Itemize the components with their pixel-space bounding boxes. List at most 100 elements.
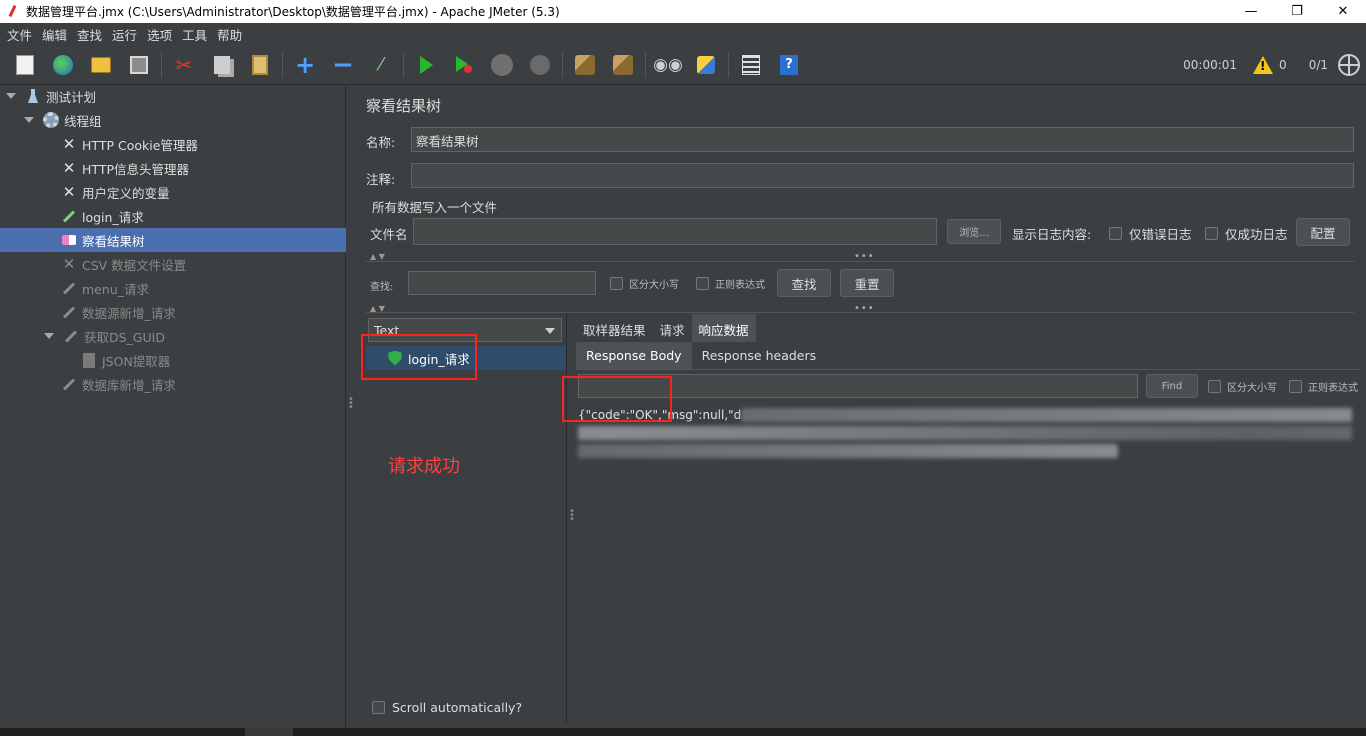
tree-item-get-ds-guid[interactable]: 获取DS_GUID — [0, 324, 346, 348]
search-input[interactable] — [408, 271, 596, 295]
checkbox-box[interactable] — [610, 277, 623, 290]
tab-request[interactable]: 请求 — [653, 314, 692, 342]
collapse-arrow-icon[interactable] — [44, 333, 54, 339]
collapse-arrow-icon[interactable] — [24, 117, 34, 123]
tree-item-label: 察看结果树 — [82, 233, 145, 249]
checkbox-box[interactable] — [1289, 380, 1302, 393]
collapse-arrow-icon[interactable] — [6, 93, 16, 99]
jmeter-app-icon — [6, 5, 20, 19]
response-regex-checkbox[interactable]: 正则表达式 — [1289, 379, 1358, 394]
cut-button[interactable]: ✂ — [170, 51, 198, 79]
menu-edit[interactable]: 编辑 — [37, 25, 72, 44]
tools-icon: ✕ — [62, 135, 76, 153]
tab-response-headers[interactable]: Response headers — [692, 342, 827, 369]
response-body-text[interactable]: {"code":"OK","msg":null,"dxxxxxxxxxxxxxx… — [578, 406, 1358, 726]
menu-search[interactable]: 查找 — [72, 25, 107, 44]
copy-icon — [214, 55, 230, 74]
start-no-pauses-button[interactable] — [450, 51, 478, 79]
find-button[interactable]: Find — [1146, 374, 1198, 398]
tree-item-cookie-manager[interactable]: ✕ HTTP Cookie管理器 — [0, 132, 346, 156]
regex-checkbox[interactable]: 正则表达式 — [696, 276, 765, 291]
tree-item-datasource-add[interactable]: 数据源新增_请求 — [0, 300, 346, 324]
tree-splitter-handle[interactable]: • • • — [348, 395, 354, 413]
splitter-dots-icon[interactable]: ••• — [854, 303, 875, 314]
reset-search-button[interactable] — [692, 51, 720, 79]
save-button[interactable] — [125, 51, 153, 79]
tab-response-data[interactable]: 响应数据 — [691, 314, 756, 342]
start-button[interactable] — [412, 51, 440, 79]
filename-input[interactable] — [413, 218, 937, 245]
copy-button[interactable] — [208, 51, 236, 79]
splitter-dots-icon[interactable]: ••• — [854, 251, 875, 262]
response-case-sensitive-checkbox[interactable]: 区分大小写 — [1208, 379, 1277, 394]
flask-icon — [24, 87, 42, 105]
tree-item-user-vars[interactable]: ✕ 用户定义的变量 — [0, 180, 346, 204]
toolbar: ✂ + − ⁄ ◉◉ ? 00:00:01 0 0/1 — [0, 45, 1366, 85]
open-icon — [91, 56, 111, 73]
tree-item-csv-config[interactable]: ✕ CSV 数据文件设置 — [0, 252, 346, 276]
window-titlebar: 数据管理平台.jmx (C:\Users\Administrator\Deskt… — [0, 0, 1366, 23]
tab-response-body[interactable]: Response Body — [576, 342, 692, 369]
chart-icon — [60, 231, 78, 249]
menu-run[interactable]: 运行 — [107, 25, 142, 44]
checkbox-box[interactable] — [372, 701, 385, 714]
paste-button[interactable] — [246, 51, 274, 79]
expand-button[interactable]: + — [291, 51, 319, 79]
menu-tools[interactable]: 工具 — [177, 25, 212, 44]
scroll-auto-checkbox[interactable]: Scroll automatically? — [372, 700, 522, 715]
tree-item-header-manager[interactable]: ✕ HTTP信息头管理器 — [0, 156, 346, 180]
highlight-box — [562, 376, 672, 422]
tree-item-login-request[interactable]: login_请求 — [0, 204, 346, 228]
tree-item-json-extractor[interactable]: JSON提取器 — [0, 348, 346, 372]
configure-button[interactable]: 配置 — [1296, 218, 1350, 246]
search-button[interactable]: ◉◉ — [653, 51, 683, 79]
name-field[interactable]: 察看结果树 — [411, 127, 1354, 152]
tree-item-label: 用户定义的变量 — [82, 185, 170, 201]
clear-button[interactable] — [571, 51, 599, 79]
new-button[interactable] — [11, 51, 39, 79]
search-button[interactable]: 查找 — [777, 269, 831, 297]
menu-file[interactable]: 文件 — [2, 25, 37, 44]
clear-icon — [575, 54, 595, 75]
clear-all-button[interactable] — [609, 51, 637, 79]
function-helper-button[interactable] — [737, 51, 765, 79]
errors-only-checkbox[interactable]: 仅错误日志 — [1109, 224, 1192, 243]
success-only-checkbox[interactable]: 仅成功日志 — [1205, 224, 1288, 243]
collapse-button[interactable]: − — [329, 51, 357, 79]
collapse-arrows-icon[interactable]: ▲ ▼ — [370, 252, 385, 261]
menu-options[interactable]: 选项 — [142, 25, 177, 44]
shutdown-icon — [530, 54, 550, 75]
menu-help[interactable]: 帮助 — [212, 25, 247, 44]
tree-item-database-add[interactable]: 数据库新增_请求 — [0, 372, 346, 396]
reset-button[interactable]: 重置 — [840, 269, 894, 297]
comment-field[interactable] — [411, 163, 1354, 188]
tree-item-menu-request[interactable]: menu_请求 — [0, 276, 346, 300]
checkbox-box[interactable] — [1109, 227, 1122, 240]
maximize-button[interactable]: ❐ — [1274, 0, 1320, 23]
tree-item-test-plan[interactable]: 测试计划 — [0, 84, 346, 108]
checkbox-box[interactable] — [1208, 380, 1221, 393]
tree-item-label: HTTP Cookie管理器 — [82, 137, 198, 153]
tree-item-thread-group[interactable]: 线程组 — [0, 108, 346, 132]
result-detail-pane: 取样器结果 请求 响应数据 Response Body Response hea… — [562, 314, 1360, 726]
toggle-button[interactable]: ⁄ — [367, 51, 395, 79]
collapse-arrows-icon[interactable]: ▲ ▼ — [370, 304, 385, 313]
results-splitter-handle[interactable]: • • • — [569, 507, 575, 525]
warnings-indicator[interactable]: 0 — [1253, 56, 1287, 74]
close-button[interactable]: ✕ — [1320, 0, 1366, 23]
tab-sampler-result[interactable]: 取样器结果 — [576, 314, 653, 342]
stop-button[interactable] — [488, 51, 516, 79]
menu-bar: 文件 编辑 查找 运行 选项 工具 帮助 — [0, 23, 1366, 45]
browse-button[interactable]: 浏览... — [947, 219, 1001, 244]
help-button[interactable]: ? — [775, 51, 803, 79]
checkbox-box[interactable] — [1205, 227, 1218, 240]
tree-item-view-results-tree[interactable]: 察看结果树 — [0, 228, 346, 252]
open-button[interactable] — [87, 51, 115, 79]
shutdown-button[interactable] — [526, 51, 554, 79]
minimize-button[interactable]: — — [1228, 0, 1274, 23]
checkbox-box[interactable] — [696, 277, 709, 290]
case-sensitive-checkbox[interactable]: 区分大小写 — [610, 276, 679, 291]
taskbar-item[interactable] — [245, 728, 293, 736]
remote-globe-icon[interactable] — [1338, 54, 1360, 76]
templates-button[interactable] — [49, 51, 77, 79]
